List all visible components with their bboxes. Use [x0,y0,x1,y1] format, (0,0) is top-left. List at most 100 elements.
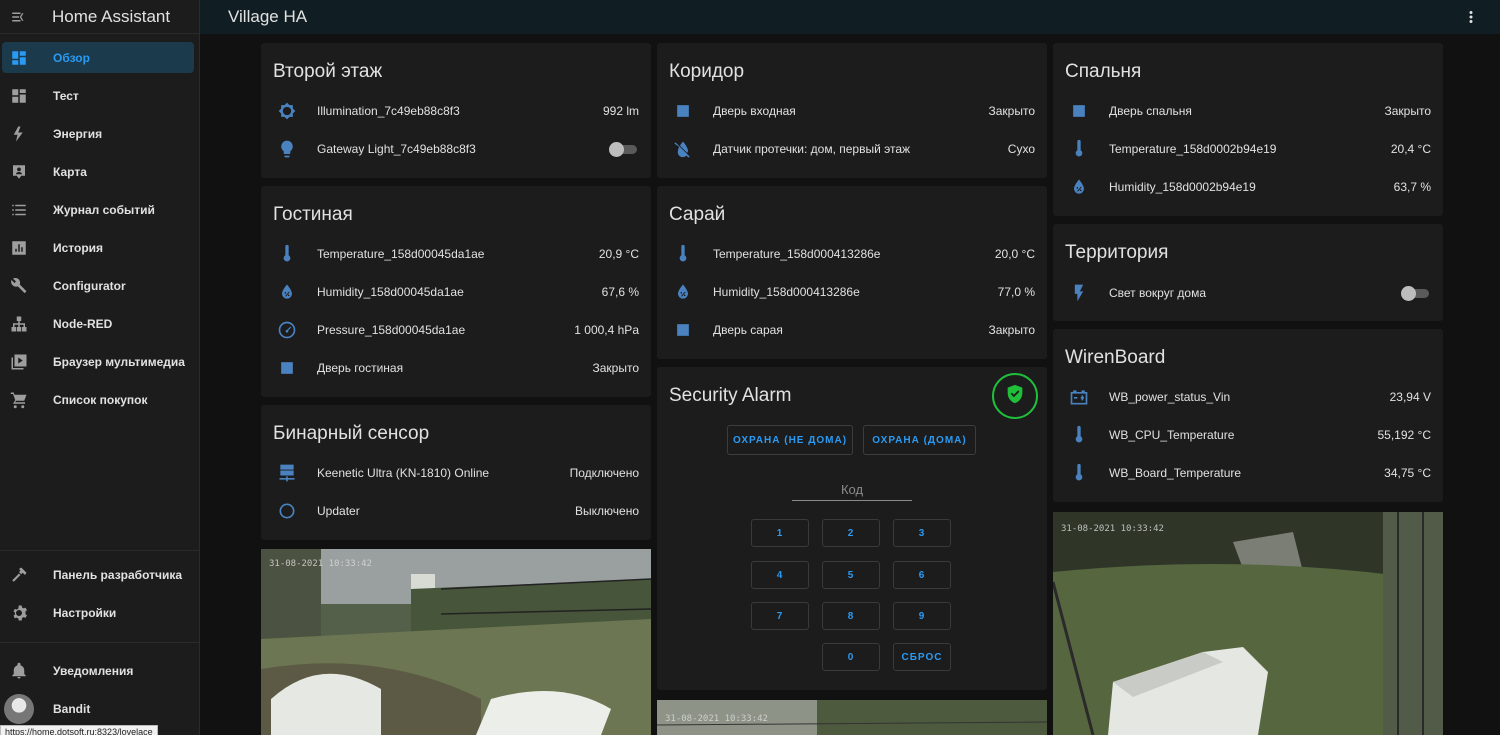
entity-row[interactable]: Дверь входная Закрыто [669,99,1035,123]
outdoor-light-toggle[interactable] [1401,283,1431,303]
card-title: Гостиная [273,204,353,225]
entity-row[interactable]: Illumination_7c49eb88c8f3 992 lm [273,99,639,123]
keypad-9[interactable]: 9 [893,602,951,630]
entity-row[interactable]: Temperature_158d000413286e 20,0 °C [669,242,1035,266]
app-title: Home Assistant [52,6,171,26]
card-shed: Сарай Temperature_158d000413286e 20,0 °C… [657,186,1047,359]
arm-away-button[interactable]: ОХРАНА (НЕ ДОМА) [727,425,853,455]
card-title: Коридор [669,61,745,82]
entity-row[interactable]: Keenetic Ultra (KN-1810) Online Подключе… [273,461,639,485]
alarm-status-shield[interactable] [992,373,1038,419]
status-url: https://home.dotsoft.ru:8323/lovelace [0,725,158,735]
entity-row[interactable]: Дверь спальня Закрыто [1065,99,1431,123]
sidebar-item-media[interactable]: Браузер мультимедиа [2,346,194,377]
thermometer-icon [1065,461,1093,485]
sidebar: Home Assistant Обзор Тест Энергия Карта … [0,0,200,735]
flash-icon [1065,281,1093,305]
entity-row[interactable]: WB_power_status_Vin 23,94 V [1065,385,1431,409]
arm-home-button[interactable]: ОХРАНА (ДОМА) [863,425,976,455]
sidebar-item-label: Настройки [53,605,117,620]
keypad-clear-button[interactable]: СБРОС [893,643,951,671]
card-title: Территория [1065,242,1169,263]
entity-row[interactable]: Humidity_158d00045da1ae 67,6 % [273,280,639,304]
hammer-icon [10,566,28,584]
sidebar-item-configurator[interactable]: Configurator [2,270,194,301]
keypad-2[interactable]: 2 [822,519,880,547]
sidebar-item-history[interactable]: История [2,232,194,263]
entity-row[interactable]: Датчик протечки: дом, первый этаж Сухо [669,137,1035,161]
keypad-7[interactable]: 7 [751,602,809,630]
wrench-icon [10,277,28,295]
camera-image-yard[interactable]: 31-08-2021 10:33:42 [261,549,651,735]
cart-icon [10,391,28,409]
entity-row[interactable]: Gateway Light_7c49eb88c8f3 [273,137,639,161]
sidebar-item-dev-tools[interactable]: Панель разработчика [2,559,194,590]
sidebar-item-label: Тест [53,88,79,103]
keypad-3[interactable]: 3 [893,519,951,547]
sidebar-item-label: Список покупок [53,392,148,407]
brightness-icon [273,99,301,123]
door-closed-icon [669,318,697,342]
thermometer-icon [669,242,697,266]
gauge-icon [273,318,301,342]
car-battery-icon [1065,385,1093,409]
sidebar-item-node-red[interactable]: Node-RED [2,308,194,339]
avatar [4,693,34,724]
entity-row[interactable]: Updater Выключено [273,499,639,523]
user-name: Bandit [53,701,91,716]
sidebar-item-map[interactable]: Карта [2,156,194,187]
sidebar-item-settings[interactable]: Настройки [2,597,194,628]
keypad-8[interactable]: 8 [822,602,880,630]
sidebar-divider [0,642,199,643]
entity-row[interactable]: WB_Board_Temperature 34,75 °C [1065,461,1431,485]
card-territory: Территория Свет вокруг дома [1053,224,1443,321]
entity-row[interactable]: Humidity_158d000413286e 77,0 % [669,280,1035,304]
sidebar-item-label: Журнал событий [53,202,155,217]
card-bedroom: Спальня Дверь спальня Закрыто Temperatur… [1053,43,1443,216]
sidebar-item-label: Карта [53,164,87,179]
entity-row[interactable]: WB_CPU_Temperature 55,192 °C [1065,423,1431,447]
entity-row[interactable]: Дверь сарая Закрыто [669,318,1035,342]
lightning-icon [10,125,28,143]
entity-row[interactable]: Temperature_158d0002b94e19 20,4 °C [1065,137,1431,161]
card-living-room: Гостиная Temperature_158d00045da1ae 20,9… [261,186,651,397]
card-title: Сарай [669,204,726,225]
entity-row[interactable]: Temperature_158d00045da1ae 20,9 °C [273,242,639,266]
sidebar-item-notifications[interactable]: Уведомления [2,655,194,686]
camera-image-shed[interactable]: 31-08-2021 10:33:42 [657,700,1047,735]
sidebar-item-overview[interactable]: Обзор [2,42,194,73]
sidebar-item-energy[interactable]: Энергия [2,118,194,149]
menu-icon[interactable] [10,8,28,26]
card-floor2: Второй этаж Illumination_7c49eb88c8f3 99… [261,43,651,178]
keypad-6[interactable]: 6 [893,561,951,589]
keypad-1[interactable]: 1 [751,519,809,547]
sidebar-item-shopping[interactable]: Список покупок [2,384,194,415]
entity-row[interactable]: Дверь гостиная Закрыто [273,356,639,380]
alarm-code-input[interactable]: Код [792,479,912,501]
camera-timestamp: 31-08-2021 10:33:42 [665,714,768,724]
sidebar-item-label: Обзор [53,50,90,65]
keypad-5[interactable]: 5 [822,561,880,589]
more-vert-icon[interactable] [1462,8,1480,26]
sidebar-item-test[interactable]: Тест [2,80,194,111]
camera-timestamp: 31-08-2021 10:33:42 [1061,524,1164,534]
entity-row[interactable]: Свет вокруг дома [1065,281,1431,305]
keypad-0[interactable]: 0 [822,643,880,671]
sidebar-item-label: Панель разработчика [53,567,183,582]
toolbar: Village HA [200,0,1500,34]
camera-image-garden[interactable]: 31-08-2021 10:33:42 [1053,512,1443,735]
sidebar-item-logbook[interactable]: Журнал событий [2,194,194,225]
door-closed-icon [669,99,697,123]
play-box-icon [10,353,28,371]
gateway-light-toggle[interactable] [609,139,639,159]
thermometer-icon [1065,137,1093,161]
lightbulb-icon [273,137,301,161]
keypad-4[interactable]: 4 [751,561,809,589]
entity-row[interactable]: Humidity_158d0002b94e19 63,7 % [1065,175,1431,199]
card-wirenboard: WirenBoard WB_power_status_Vin 23,94 V W… [1053,329,1443,502]
shield-check-icon [1004,383,1026,410]
sidebar-item-label: Уведомления [53,663,134,678]
dashboard-title: Village HA [228,7,308,26]
entity-row[interactable]: Pressure_158d00045da1ae 1 000,4 hPa [273,318,639,342]
sidebar-item-profile[interactable]: Bandit [2,693,194,724]
